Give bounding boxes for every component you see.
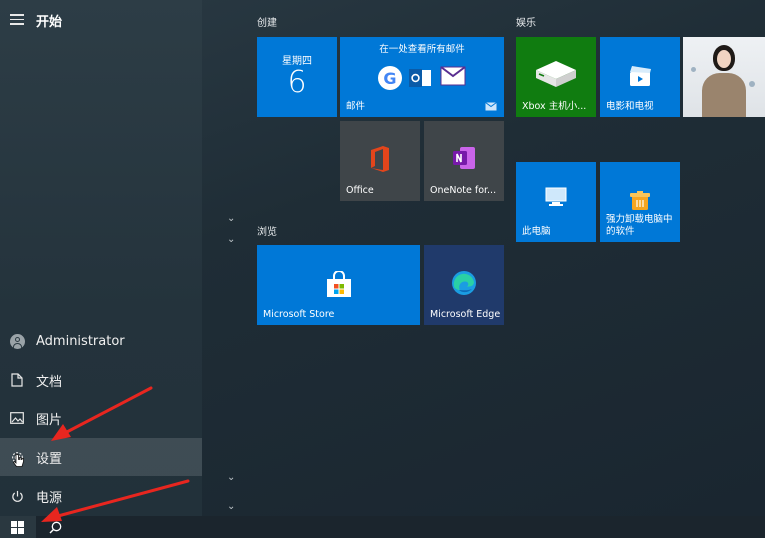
- tile-microsoft-store[interactable]: Microsoft Store: [257, 245, 420, 325]
- calendar-date: 6: [287, 65, 307, 100]
- tile-mail[interactable]: 在一处查看所有邮件 G 邮件: [340, 37, 504, 117]
- google-icon: G: [378, 66, 402, 90]
- office-icon: [371, 146, 389, 172]
- picture-icon: [10, 412, 24, 424]
- envelope-icon: [440, 66, 466, 90]
- tile-this-pc[interactable]: 此电脑: [516, 162, 596, 242]
- onenote-icon: [453, 147, 475, 169]
- mail-tile-title: 在一处查看所有邮件: [379, 44, 465, 55]
- tile-label: Office: [346, 185, 374, 196]
- document-icon: [11, 373, 23, 387]
- tile-onenote[interactable]: OneNote for...: [424, 121, 504, 201]
- windows-logo-icon: [11, 521, 24, 534]
- group-heading-browse[interactable]: 浏览: [257, 223, 277, 238]
- chevron-down-icon[interactable]: ⌄: [227, 502, 237, 512]
- tile-label: 邮件: [346, 101, 366, 112]
- rail-item-power[interactable]: 电源: [0, 477, 202, 515]
- rail-item-label: 电源: [36, 490, 63, 506]
- power-icon: [11, 490, 23, 502]
- rail-item-user[interactable]: Administrator: [0, 322, 202, 360]
- rail-item-label: 文档: [36, 374, 63, 390]
- chevron-down-icon[interactable]: ⌄: [227, 235, 237, 245]
- group-heading-entertainment[interactable]: 娱乐: [516, 14, 536, 29]
- tile-calendar[interactable]: 星期四 6: [257, 37, 337, 117]
- trash-can-icon: [630, 191, 650, 210]
- tile-label: 强力卸载电脑中 的软件: [606, 214, 673, 237]
- computer-icon: [545, 187, 567, 206]
- tile-microsoft-edge[interactable]: Microsoft Edge: [424, 245, 504, 325]
- chevron-down-icon[interactable]: ⌄: [227, 473, 237, 483]
- rail-item-pictures[interactable]: 图片: [0, 399, 202, 437]
- outlook-icon: [408, 66, 432, 90]
- photo-body: [702, 73, 746, 117]
- mouse-cursor-icon: [13, 453, 24, 467]
- rail-title: 开始: [36, 15, 63, 30]
- hamburger-menu-icon[interactable]: [10, 14, 24, 25]
- start-left-rail: 开始 Administrator 文档 图片 设置 电源: [0, 0, 202, 516]
- mail-badge-icon: [485, 102, 497, 111]
- chevron-down-icon[interactable]: ⌄: [227, 214, 237, 224]
- taskbar: [0, 516, 765, 538]
- rail-header: 开始: [0, 0, 202, 40]
- tile-label: Microsoft Store: [263, 309, 335, 320]
- edge-icon: [452, 271, 476, 295]
- rail-item-settings[interactable]: 设置: [0, 438, 202, 476]
- xbox-console-icon: [536, 61, 576, 87]
- rail-item-documents[interactable]: 文档: [0, 361, 202, 399]
- user-avatar-icon: [9, 333, 25, 349]
- store-bag-icon: [327, 271, 351, 297]
- film-icon: [630, 66, 651, 86]
- tile-office[interactable]: Office: [340, 121, 420, 201]
- tile-label: 此电脑: [522, 226, 551, 237]
- rail-item-label: 设置: [36, 451, 63, 467]
- rail-item-label: Administrator: [36, 333, 125, 349]
- tile-movies[interactable]: 电影和电视: [600, 37, 680, 117]
- tile-label: Microsoft Edge: [430, 309, 501, 320]
- rail-item-label: 图片: [36, 412, 63, 428]
- tile-photo[interactable]: [683, 37, 765, 117]
- tile-label: Xbox 主机小...: [522, 101, 587, 112]
- taskbar-search-button[interactable]: [40, 516, 70, 538]
- photo-face: [717, 50, 731, 68]
- start-button[interactable]: [0, 516, 36, 538]
- tile-uninstaller[interactable]: 强力卸载电脑中 的软件: [600, 162, 680, 242]
- search-icon: [49, 521, 62, 534]
- group-heading-create[interactable]: 创建: [257, 14, 277, 29]
- tile-xbox[interactable]: Xbox 主机小...: [516, 37, 596, 117]
- tile-label: 电影和电视: [606, 101, 654, 112]
- tile-label: OneNote for...: [430, 185, 497, 196]
